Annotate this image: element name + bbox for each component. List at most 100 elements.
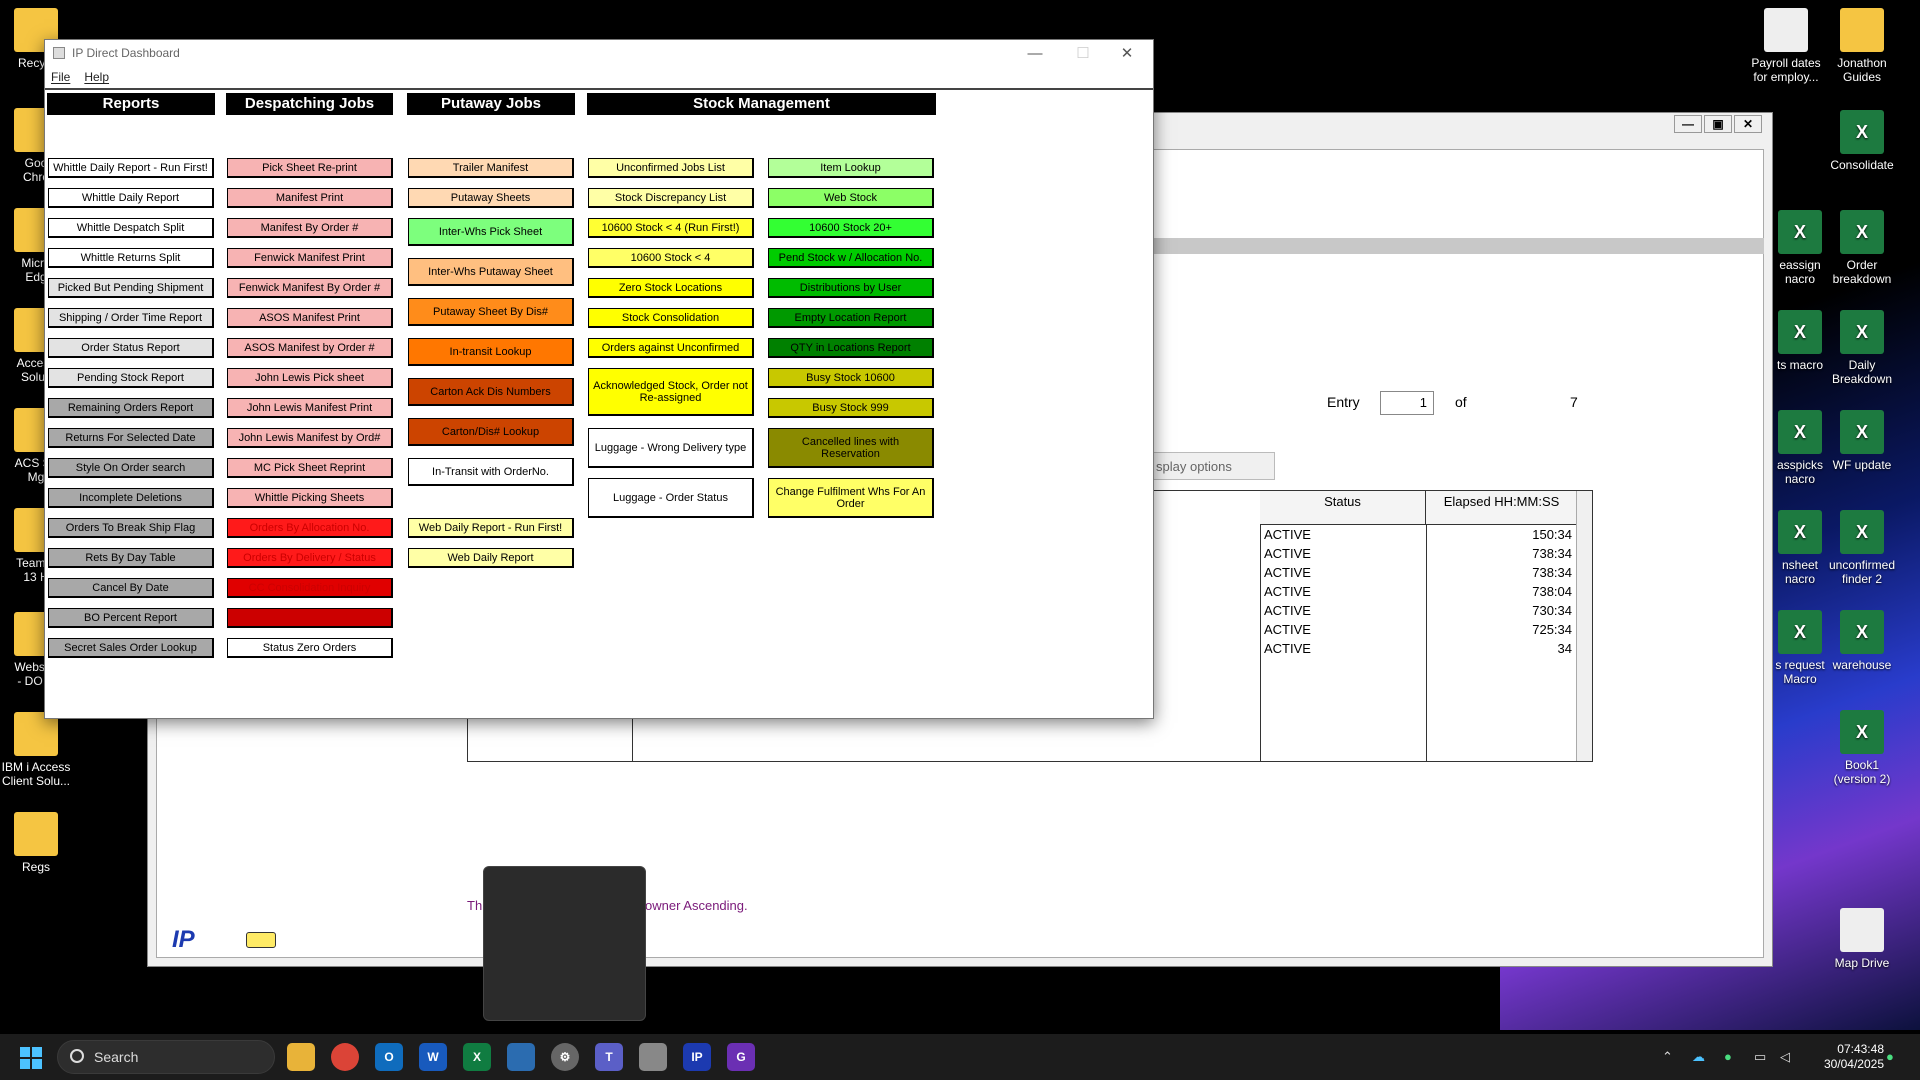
dashboard-button[interactable]: Luggage - Order Status	[588, 478, 754, 518]
outlook-icon[interactable]: O	[375, 1043, 403, 1071]
windows-start-icon[interactable]	[20, 1047, 42, 1069]
dashboard-button[interactable]: Pend Stock w / Allocation No.	[768, 248, 934, 268]
dashboard-button[interactable]: 10600 Stock 20+	[768, 218, 934, 238]
dashboard-button[interactable]: Whittle Returns Split	[48, 248, 214, 268]
dashboard-button[interactable]: ASOS Manifest Print	[227, 308, 393, 328]
volume-icon[interactable]: ◁	[1780, 1049, 1790, 1065]
dashboard-button[interactable]: Orders By Delivery / Status	[227, 548, 393, 568]
grid-row-status[interactable]: ACTIVE	[1264, 546, 1311, 565]
dashboard-button[interactable]: Whittle Despatch Split	[48, 218, 214, 238]
grid-row-status[interactable]: ACTIVE	[1264, 565, 1311, 584]
grid-row-status[interactable]: ACTIVE	[1264, 641, 1311, 660]
grid-row-elapsed[interactable]: 730:34	[1430, 603, 1572, 622]
grid-row-elapsed[interactable]: 725:34	[1430, 622, 1572, 641]
notification-icon[interactable]: ●	[1886, 1049, 1894, 1064]
ip-dashboard-taskbar-icon[interactable]	[639, 1043, 667, 1071]
entry-input[interactable]: 1	[1380, 391, 1434, 415]
dashboard-button[interactable]: Carton/Dis# Lookup	[408, 418, 574, 446]
close-icon[interactable]: ✕	[1734, 115, 1762, 133]
dashboard-button[interactable]: Web Daily Report	[408, 548, 574, 568]
dashboard-button[interactable]: Orders By Allocation No.	[227, 518, 393, 538]
dashboard-button[interactable]: Stock Consolidation	[588, 308, 754, 328]
minimize-icon[interactable]: —	[1013, 43, 1057, 63]
dashboard-button[interactable]: 10600 Stock < 4	[588, 248, 754, 268]
maximize-icon[interactable]: ▣	[1704, 115, 1732, 133]
chevron-up-icon[interactable]: ⌃	[1662, 1049, 1673, 1065]
desktop-icon[interactable]: IBM i Access Client Solu...	[0, 712, 76, 788]
dashboard-button[interactable]: Empty Location Report	[768, 308, 934, 328]
desktop-icon[interactable]: X Book1 (version 2)	[1822, 710, 1902, 786]
dashboard-button[interactable]: Orders To Break Ship Flag	[48, 518, 214, 538]
dashboard-button[interactable]: Inter-Whs Putaway Sheet	[408, 258, 574, 286]
dashboard-button[interactable]: Stock Discrepancy List	[588, 188, 754, 208]
dashboard-button[interactable]: Style On Order search	[48, 458, 214, 478]
dashboard-button[interactable]: Cancel By Date	[48, 578, 214, 598]
desktop-icon[interactable]: Xwarehouse	[1822, 610, 1902, 672]
dashboard-button[interactable]: Orders against Unconfirmed	[588, 338, 754, 358]
desktop-icon[interactable]: X Order breakdown	[1822, 210, 1902, 286]
dashboard-button[interactable]: 10600 Stock < 4 (Run First!)	[588, 218, 754, 238]
dashboard-button[interactable]: Web Daily Report - Run First!	[408, 518, 574, 538]
dashboard-button[interactable]: Putaway Sheet By Dis#	[408, 298, 574, 326]
dashboard-button[interactable]: QTY in Locations Report	[768, 338, 934, 358]
elapsed-column-header[interactable]: Elapsed HH:MM:SS	[1426, 491, 1578, 525]
settings-icon[interactable]: ⚙	[551, 1043, 579, 1071]
dashboard-button[interactable]: John Lewis Pick sheet	[227, 368, 393, 388]
dashboard-button[interactable]: Stock with Reservations	[227, 608, 393, 628]
grid-row-status[interactable]: ACTIVE	[1264, 527, 1311, 546]
gc-app-taskbar-icon[interactable]: G	[727, 1043, 755, 1071]
dashboard-button[interactable]: Carton Ack Dis Numbers	[408, 378, 574, 406]
dashboard-button[interactable]: Manifest By Order #	[227, 218, 393, 238]
dashboard-button[interactable]: Item Lookup	[768, 158, 934, 178]
desktop-icon[interactable]: Jonathon Guides	[1822, 8, 1902, 84]
maximize-icon[interactable]: ☐	[1061, 43, 1105, 63]
menu-file[interactable]: File	[51, 70, 70, 84]
file-explorer-icon[interactable]	[287, 1043, 315, 1071]
taskbar-clock[interactable]: 07:43:48 30/04/2025	[1824, 1042, 1884, 1072]
teams-icon[interactable]: T	[595, 1043, 623, 1071]
dashboard-button[interactable]: Manifest Print	[227, 188, 393, 208]
desktop-icon[interactable]: X Consolidate	[1822, 110, 1902, 172]
dashboard-button[interactable]: Putaway Sheets	[408, 188, 574, 208]
dashboard-button[interactable]: In-transit Lookup	[408, 338, 574, 366]
onedrive-icon[interactable]: ☁	[1692, 1049, 1705, 1065]
grid-row-elapsed[interactable]: 150:34	[1430, 527, 1572, 546]
taskbar-search[interactable]: Search	[57, 1040, 275, 1074]
dashboard-button[interactable]: BO Percent Report	[48, 608, 214, 628]
ip-direct-dashboard-window[interactable]: IP Direct Dashboard — ☐ ✕ File Help Repo…	[44, 39, 1154, 719]
minimize-icon[interactable]: —	[1674, 115, 1702, 133]
dashboard-button[interactable]: John Lewis Manifest by Ord#	[227, 428, 393, 448]
desktop-icon[interactable]: Regs	[0, 812, 76, 874]
dashboard-button[interactable]: Web Stock	[768, 188, 934, 208]
dashboard-button[interactable]: Picked But Pending Shipment	[48, 278, 214, 298]
dashboard-button[interactable]: Remaining Orders Report	[48, 398, 214, 418]
dashboard-button[interactable]: ASOS Manifest by Order #	[227, 338, 393, 358]
grid-row-elapsed[interactable]: 738:34	[1430, 565, 1572, 584]
ip-app-taskbar-icon[interactable]: IP	[683, 1043, 711, 1071]
dashboard-button[interactable]: Whittle Daily Report	[48, 188, 214, 208]
dashboard-button[interactable]: Order Status Report	[48, 338, 214, 358]
dashboard-button[interactable]: Shipping / Order Time Report	[48, 308, 214, 328]
dashboard-button[interactable]: Whittle Picking Sheets	[227, 488, 393, 508]
dashboard-button[interactable]: MC Pick Sheet Reprint	[227, 458, 393, 478]
dashboard-button[interactable]: Trailer Manifest	[408, 158, 574, 178]
dashboard-button[interactable]: Change Fulfilment Whs For An Order	[768, 478, 934, 518]
desktop-icon[interactable]: X WF update	[1822, 410, 1902, 472]
dashboard-button[interactable]: Fenwick Manifest Print	[227, 248, 393, 268]
dashboard-button[interactable]: Busy Stock 999	[768, 398, 934, 418]
desktop-icon[interactable]: Payroll dates for employ...	[1746, 8, 1826, 84]
grid-row-status[interactable]: ACTIVE	[1264, 622, 1311, 641]
chrome-icon[interactable]	[331, 1043, 359, 1071]
grid-row-status[interactable]: ACTIVE	[1264, 603, 1311, 622]
dashboard-button[interactable]: John Lewis Manifest Print	[227, 398, 393, 418]
dashboard-button[interactable]: In-Transit with OrderNo.	[408, 458, 574, 486]
dashboard-button[interactable]: Unconfirmed Jobs List	[588, 158, 754, 178]
dashboard-button[interactable]: Status Zero Orders	[227, 638, 393, 658]
notepad-icon[interactable]	[507, 1043, 535, 1071]
grid-scrollbar[interactable]	[1576, 491, 1592, 761]
display-options-button[interactable]: splay options	[1150, 452, 1275, 480]
dashboard-button[interactable]: Whittle Daily Report - Run First!	[48, 158, 214, 178]
dashboard-button[interactable]: Incomplete Deletions	[48, 488, 214, 508]
close-icon[interactable]: ✕	[1105, 43, 1149, 63]
desktop-icon[interactable]: Map Drive	[1822, 908, 1902, 970]
